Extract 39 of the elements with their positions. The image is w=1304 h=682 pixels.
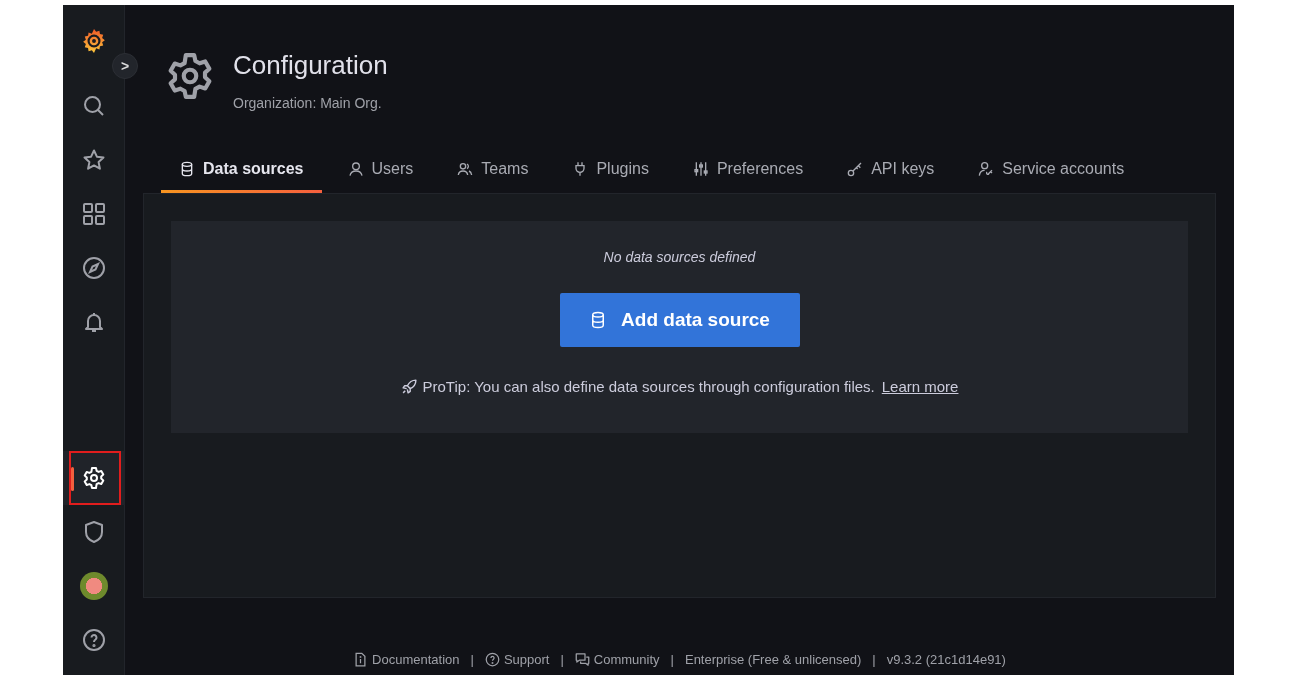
footer-text: v9.3.2 (21c1d14e91) [886, 651, 1006, 667]
footer-link[interactable]: Community [574, 651, 660, 667]
grid-icon [81, 202, 106, 226]
star-icon [81, 148, 106, 172]
chat-icon [574, 651, 590, 667]
footer-link[interactable]: Support [484, 651, 550, 667]
tab[interactable]: Teams [439, 150, 547, 193]
tab[interactable]: Users [329, 150, 432, 193]
footer-text: Enterprise (Free & unlicensed) [684, 651, 862, 667]
user-icon [347, 161, 364, 177]
learn-more-link[interactable]: Learn more [881, 378, 959, 395]
help-icon [484, 651, 500, 667]
separator: | [560, 651, 564, 667]
separator: | [670, 651, 674, 667]
separator: | [872, 651, 876, 667]
help-icon [81, 628, 106, 652]
document-icon [353, 651, 369, 667]
key-icon [847, 161, 864, 177]
database-icon [179, 161, 195, 177]
search-icon [81, 94, 106, 118]
add-data-source-button[interactable]: Add data source [559, 293, 800, 347]
page-subtitle: Organization: Main Org. [233, 95, 383, 111]
tab[interactable]: API keys [829, 150, 953, 193]
separator: | [470, 651, 474, 667]
protip-text: ProTip: You can also define data sources through configuration files. [422, 378, 875, 395]
tab[interactable]: Service accounts [960, 150, 1143, 193]
tab[interactable]: Plugins [554, 150, 667, 193]
rocket-icon [400, 378, 418, 395]
user-key-icon [978, 161, 995, 177]
compass-icon [81, 256, 106, 280]
footer-link[interactable]: Documentation [353, 651, 460, 667]
empty-message: No data sources defined [603, 249, 756, 265]
tab[interactable]: Preferences [674, 150, 822, 193]
sliders-icon [692, 161, 709, 177]
users-icon [457, 161, 474, 177]
tab[interactable]: Data sources [161, 150, 322, 193]
settings-icon [81, 466, 106, 490]
page-title: Configuration [233, 50, 388, 81]
avatar-icon [79, 572, 108, 600]
